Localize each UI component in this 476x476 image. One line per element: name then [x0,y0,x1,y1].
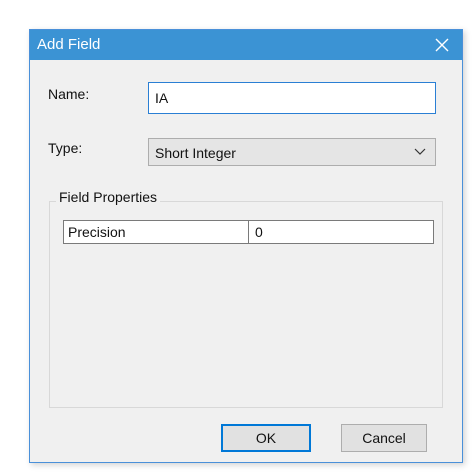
name-label: Name: [48,86,90,102]
property-value-cell[interactable]: 0 [249,221,433,243]
chevron-down-icon [414,148,426,155]
type-selected-value: Short Integer [155,145,236,161]
add-field-dialog: Add Field Name: Type: Short Integer Fiel… [29,29,463,463]
ok-button[interactable]: OK [221,424,311,452]
field-properties-row: Precision 0 [63,220,434,244]
field-properties-label: Field Properties [56,189,161,205]
close-icon [435,38,449,52]
close-button[interactable] [422,30,462,60]
page: Add Field Name: Type: Short Integer Fiel… [0,0,476,476]
dialog-titlebar[interactable]: Add Field [30,30,462,60]
dialog-title: Add Field [37,36,101,53]
type-label: Type: [48,140,83,156]
type-select[interactable]: Short Integer [148,138,436,166]
property-name-cell: Precision [64,221,249,243]
cancel-button[interactable]: Cancel [341,424,427,452]
name-input[interactable] [148,82,436,114]
